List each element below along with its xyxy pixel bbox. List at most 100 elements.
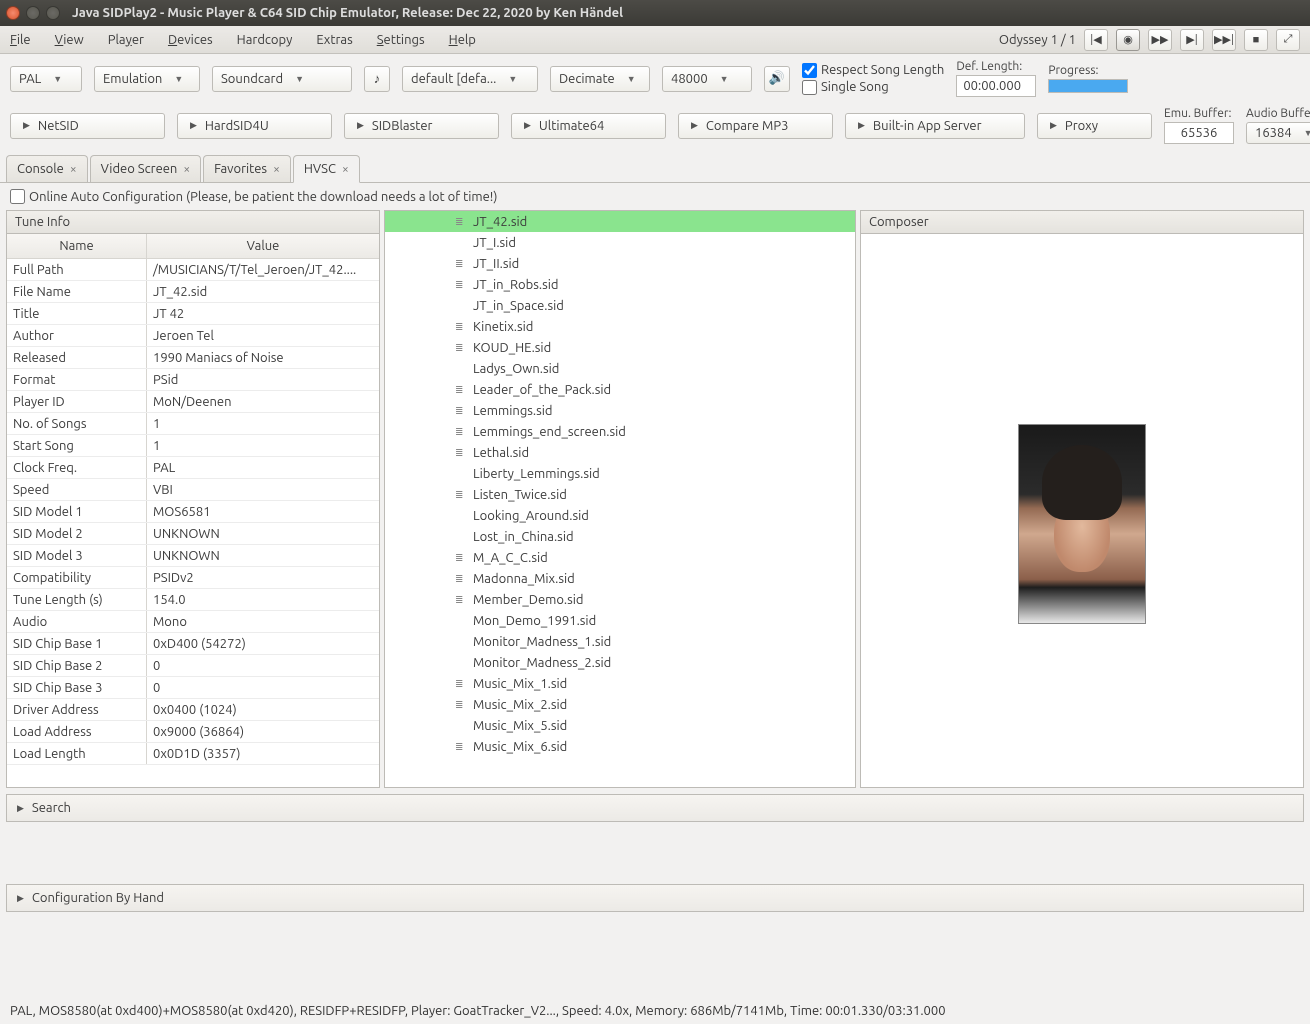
close-icon[interactable]: ×	[183, 163, 190, 176]
table-row[interactable]: TitleJT 42	[7, 303, 379, 325]
menu-settings[interactable]: Settings	[377, 33, 425, 47]
search-accordion[interactable]: ▶Search	[6, 794, 1304, 822]
menu-file[interactable]: File	[10, 33, 31, 47]
audio-buffer-dropdown[interactable]: 16384▼	[1246, 122, 1310, 144]
netsid-button[interactable]: ▶NetSID	[10, 113, 165, 139]
default-length-field[interactable]: 00:00.000	[956, 75, 1036, 97]
app-server-button[interactable]: ▶Built-in App Server	[845, 113, 1025, 139]
soundcard-dropdown[interactable]: Soundcard▼	[212, 66, 352, 92]
samplerate-dropdown[interactable]: 48000▼	[662, 66, 752, 92]
proxy-button[interactable]: ▶Proxy	[1037, 113, 1152, 139]
file-item[interactable]: JT_I.sid	[385, 232, 855, 253]
hardsid-button[interactable]: ▶HardSID4U	[177, 113, 332, 139]
table-row[interactable]: Player IDMoN/Deenen	[7, 391, 379, 413]
table-row[interactable]: FormatPSid	[7, 369, 379, 391]
table-row[interactable]: No. of Songs1	[7, 413, 379, 435]
file-item[interactable]: ≣Member_Demo.sid	[385, 589, 855, 610]
prev-track-button[interactable]: |◀	[1084, 29, 1108, 51]
file-item[interactable]: Music_Mix_5.sid	[385, 715, 855, 736]
sidblaster-button[interactable]: ▶SIDBlaster	[344, 113, 499, 139]
file-item[interactable]: Liberty_Lemmings.sid	[385, 463, 855, 484]
table-row[interactable]: SID Chip Base 20	[7, 655, 379, 677]
column-value[interactable]: Value	[147, 234, 379, 258]
tab-video-screen[interactable]: Video Screen×	[90, 155, 202, 182]
soundcard-settings-icon[interactable]: ♪	[364, 66, 390, 92]
file-item[interactable]: ≣Lemmings_end_screen.sid	[385, 421, 855, 442]
close-icon[interactable]: ×	[273, 163, 280, 176]
skip-end-button[interactable]: ▶▶|	[1212, 29, 1236, 51]
emu-buffer-field[interactable]: 65536	[1164, 122, 1234, 144]
device-dropdown[interactable]: default [defa...▼	[402, 66, 538, 92]
fullscreen-button[interactable]: ⤢	[1276, 29, 1300, 51]
menu-devices[interactable]: Devices	[168, 33, 213, 47]
table-row[interactable]: AuthorJeroen Tel	[7, 325, 379, 347]
table-row[interactable]: Load Address0x9000 (36864)	[7, 721, 379, 743]
window-close-button[interactable]	[6, 6, 20, 20]
table-row[interactable]: Clock Freq.PAL	[7, 457, 379, 479]
table-row[interactable]: Tune Length (s)154.0	[7, 589, 379, 611]
file-item[interactable]: ≣Leader_of_the_Pack.sid	[385, 379, 855, 400]
column-name[interactable]: Name	[7, 234, 147, 258]
ultimate64-button[interactable]: ▶Ultimate64	[511, 113, 666, 139]
tab-console[interactable]: Console×	[6, 155, 88, 182]
window-minimize-button[interactable]	[26, 6, 40, 20]
file-item[interactable]: ≣Music_Mix_6.sid	[385, 736, 855, 757]
respect-song-length-checkbox[interactable]: Respect Song Length	[802, 63, 944, 78]
config-by-hand-accordion[interactable]: ▶Configuration By Hand	[6, 884, 1304, 912]
pal-dropdown[interactable]: PAL▼	[10, 66, 82, 92]
file-item[interactable]: ≣Kinetix.sid	[385, 316, 855, 337]
menu-extras[interactable]: Extras	[316, 33, 352, 47]
menu-help[interactable]: Help	[449, 33, 476, 47]
tab-hvsc[interactable]: HVSC×	[293, 155, 360, 183]
table-row[interactable]: Released1990 Maniacs of Noise	[7, 347, 379, 369]
file-item[interactable]: ≣JT_II.sid	[385, 253, 855, 274]
table-row[interactable]: SID Chip Base 10xD400 (54272)	[7, 633, 379, 655]
menu-view[interactable]: View	[55, 33, 84, 47]
compare-mp3-button[interactable]: ▶Compare MP3	[678, 113, 833, 139]
table-row[interactable]: Full Path/MUSICIANS/T/Tel_Jeroen/JT_42..…	[7, 259, 379, 281]
table-row[interactable]: Driver Address0x0400 (1024)	[7, 699, 379, 721]
table-row[interactable]: Load Length0x0D1D (3357)	[7, 743, 379, 765]
table-row[interactable]: SID Model 2UNKNOWN	[7, 523, 379, 545]
table-row[interactable]: SID Model 1MOS6581	[7, 501, 379, 523]
file-item[interactable]: ≣Music_Mix_1.sid	[385, 673, 855, 694]
tab-favorites[interactable]: Favorites×	[203, 155, 291, 182]
menu-hardcopy[interactable]: Hardcopy	[237, 33, 293, 47]
close-icon[interactable]: ×	[342, 163, 349, 176]
next-track-button[interactable]: ▶|	[1180, 29, 1204, 51]
file-item[interactable]: Lost_in_China.sid	[385, 526, 855, 547]
online-auto-config-checkbox[interactable]: Online Auto Configuration (Please, be pa…	[10, 189, 497, 204]
file-item[interactable]: ≣Listen_Twice.sid	[385, 484, 855, 505]
window-maximize-button[interactable]	[46, 6, 60, 20]
file-item[interactable]: ≣JT_in_Robs.sid	[385, 274, 855, 295]
file-item[interactable]: Monitor_Madness_2.sid	[385, 652, 855, 673]
decimate-dropdown[interactable]: Decimate▼	[550, 66, 650, 92]
fast-forward-button[interactable]: ▶▶	[1148, 29, 1172, 51]
file-item[interactable]: ≣Music_Mix_2.sid	[385, 694, 855, 715]
file-item[interactable]: ≣M_A_C_C.sid	[385, 547, 855, 568]
file-item[interactable]: Ladys_Own.sid	[385, 358, 855, 379]
emulation-dropdown[interactable]: Emulation▼	[94, 66, 200, 92]
file-item[interactable]: ≣Madonna_Mix.sid	[385, 568, 855, 589]
table-row[interactable]: SID Model 3UNKNOWN	[7, 545, 379, 567]
table-row[interactable]: SID Chip Base 30	[7, 677, 379, 699]
file-item[interactable]: Looking_Around.sid	[385, 505, 855, 526]
file-item[interactable]: Mon_Demo_1991.sid	[385, 610, 855, 631]
table-row[interactable]: Start Song1	[7, 435, 379, 457]
file-item[interactable]: ≣JT_42.sid	[385, 211, 855, 232]
play-pause-button[interactable]: ◉	[1116, 29, 1140, 51]
menu-player[interactable]: Player	[108, 33, 144, 47]
stop-button[interactable]: ■	[1244, 29, 1268, 51]
table-row[interactable]: File NameJT_42.sid	[7, 281, 379, 303]
table-row[interactable]: AudioMono	[7, 611, 379, 633]
file-item[interactable]: JT_in_Space.sid	[385, 295, 855, 316]
file-item[interactable]: ≣Lethal.sid	[385, 442, 855, 463]
single-song-checkbox[interactable]: Single Song	[802, 80, 944, 95]
table-row[interactable]: CompatibilityPSIDv2	[7, 567, 379, 589]
file-item[interactable]: ≣KOUD_HE.sid	[385, 337, 855, 358]
file-item[interactable]: ≣Lemmings.sid	[385, 400, 855, 421]
close-icon[interactable]: ×	[70, 163, 77, 176]
volume-icon[interactable]: 🔊	[764, 66, 790, 92]
table-row[interactable]: SpeedVBI	[7, 479, 379, 501]
file-item[interactable]: Monitor_Madness_1.sid	[385, 631, 855, 652]
